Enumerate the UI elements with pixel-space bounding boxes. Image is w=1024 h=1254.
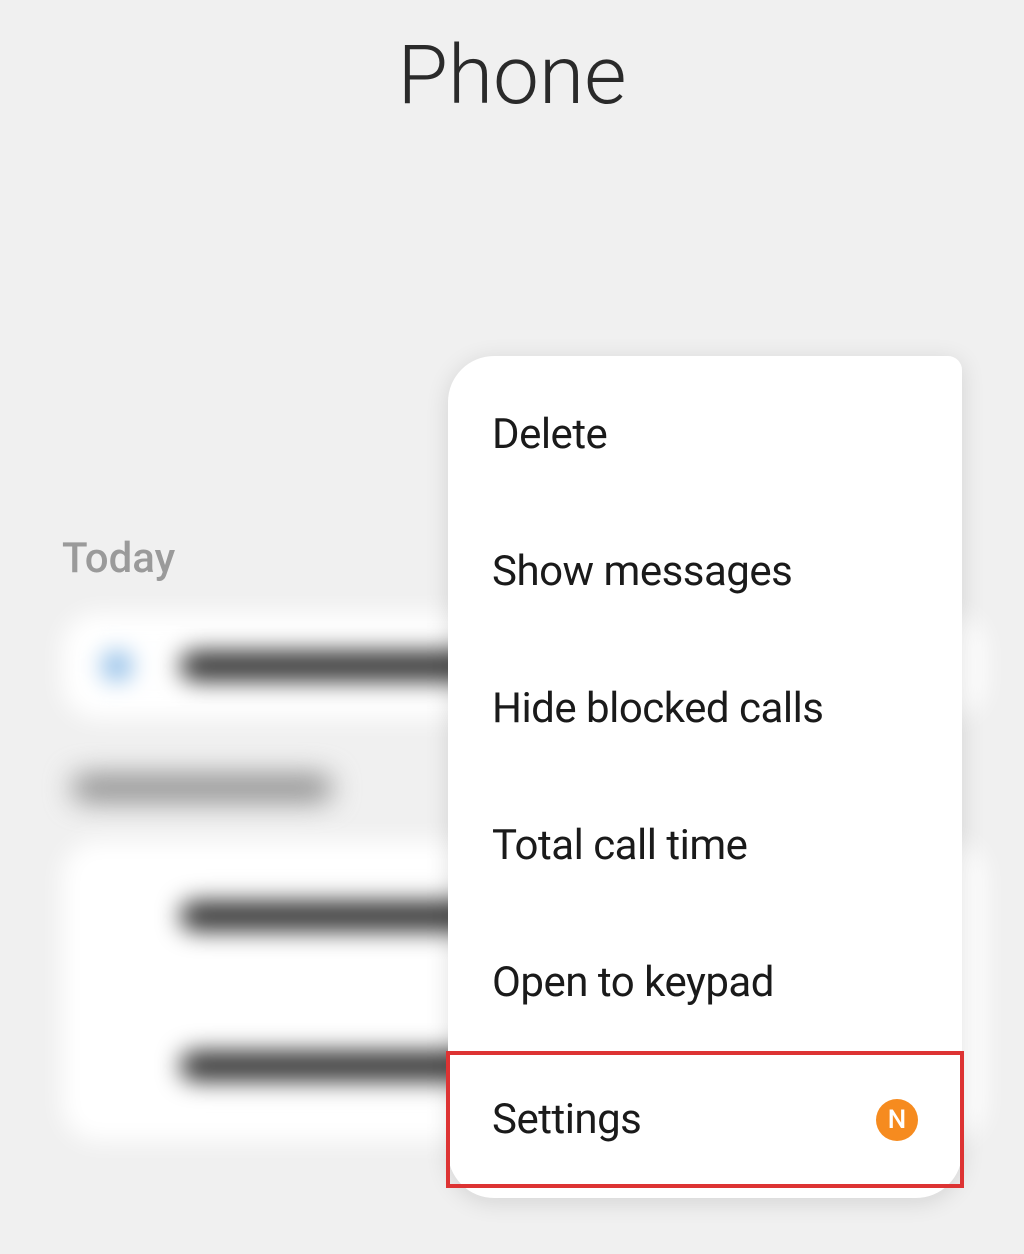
menu-item-label: Hide blocked calls [492, 684, 823, 733]
menu-item-total-call-time[interactable]: Total call time [448, 777, 962, 914]
new-badge: N [876, 1099, 918, 1141]
menu-item-open-to-keypad[interactable]: Open to keypad [448, 914, 962, 1051]
overflow-menu: Delete Show messages Hide blocked calls … [448, 356, 962, 1198]
menu-item-show-messages[interactable]: Show messages [448, 503, 962, 640]
menu-item-settings[interactable]: Settings N [446, 1051, 964, 1188]
menu-item-label: Delete [492, 410, 607, 459]
contact-avatar-blurred [102, 651, 132, 681]
page-title: Phone [0, 28, 1024, 124]
menu-item-hide-blocked-calls[interactable]: Hide blocked calls [448, 640, 962, 777]
menu-item-label: Settings [492, 1095, 641, 1144]
menu-item-delete[interactable]: Delete [448, 366, 962, 503]
menu-item-label: Show messages [492, 547, 792, 596]
app-header: Phone [0, 0, 1024, 124]
menu-item-label: Total call time [492, 821, 747, 870]
menu-item-label: Open to keypad [492, 958, 774, 1007]
